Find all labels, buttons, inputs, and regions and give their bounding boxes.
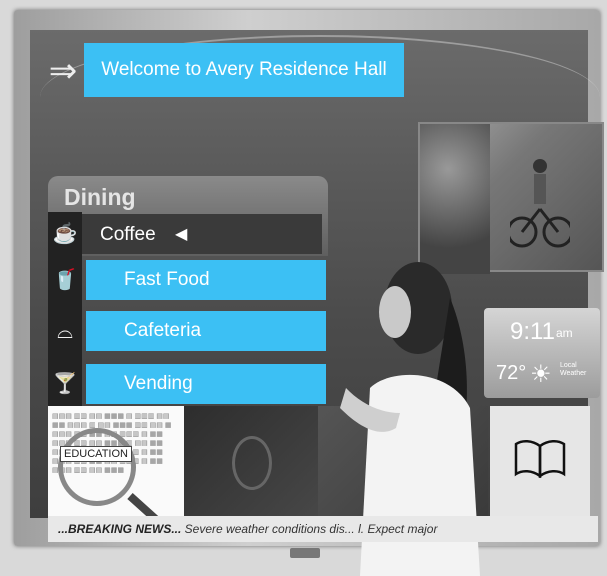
nav-arrow-icon[interactable]: ⇒ [48, 50, 78, 92]
fast-food-label: Fast Food [124, 269, 210, 290]
magnifier-icon [58, 428, 136, 506]
kiosk-logo [290, 548, 320, 558]
fast-food-button[interactable]: Fast Food [86, 260, 326, 300]
soda-cup-icon: 🥤 [52, 269, 78, 291]
magnifier-handle [127, 493, 167, 516]
cafeteria-button[interactable]: Cafeteria [86, 311, 326, 351]
plate-icon [232, 436, 272, 490]
ticker-headline: ...BREAKING NEWS... [58, 522, 182, 536]
clock-ampm: am [556, 326, 573, 340]
education-tile[interactable]: ▤▤▤ ▥▥ ▤▤ ▦▦▦ ▤ ▥▥▥ ▤▤ ▦▦ ▤▤▤ ▥ ▤▤ ▦▦▦ ▥… [48, 406, 184, 516]
coffee-selected-icon: ◀ [175, 226, 188, 243]
news-ticker: ...BREAKING NEWS... Severe weather condi… [48, 516, 598, 542]
coffee-cup-icon: ☕ [52, 223, 78, 245]
vending-button[interactable]: Vending [86, 364, 326, 404]
sun-icon: ☀ [530, 361, 552, 388]
welcome-banner: Welcome to Avery Residence Hall [84, 43, 404, 97]
book-icon [514, 440, 566, 478]
ticker-text: Severe weather conditions dis... l. Expe… [181, 522, 438, 536]
cloche-icon: ⌓ [57, 321, 73, 343]
coffee-label[interactable]: Coffee [100, 224, 156, 246]
education-label: EDUCATION [60, 446, 132, 462]
cafeteria-label: Cafeteria [124, 320, 202, 341]
dining-title: Dining [64, 184, 136, 210]
vending-label: Vending [124, 373, 193, 394]
welcome-text: Welcome to Avery Residence Hall [101, 59, 387, 80]
bicycle-rider-icon [510, 159, 570, 248]
weather-label: Local Weather [560, 362, 587, 377]
cocktail-icon: 🍸 [52, 373, 78, 395]
